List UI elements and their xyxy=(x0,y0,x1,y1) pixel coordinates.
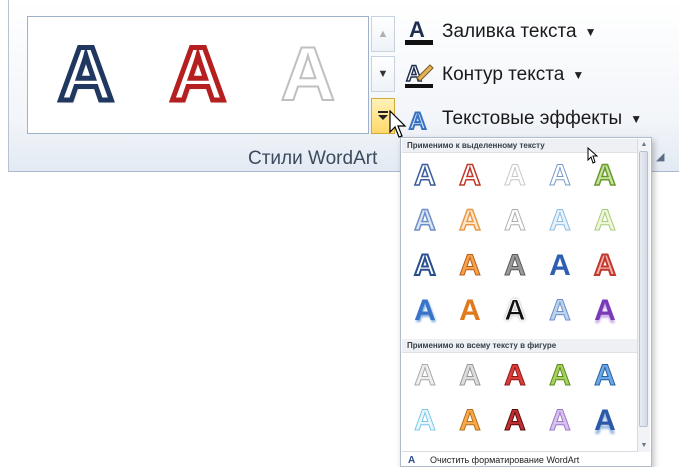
text-fill-button[interactable]: A Заливка текста ▼ xyxy=(402,17,596,47)
section-header-all: Применимо ко всему тексту в фигуре xyxy=(402,339,638,353)
clear-format-icon: A xyxy=(408,455,416,466)
text-outline-label: Контур текста xyxy=(442,64,565,85)
gallery-scroll-up-button[interactable]: ▲ xyxy=(371,16,395,52)
wordart-style-item[interactable]: A xyxy=(497,293,533,329)
gallery-scroll-down-button[interactable]: ▼ xyxy=(371,56,395,92)
wordart-style-item[interactable]: A xyxy=(407,293,443,329)
text-fill-icon: A xyxy=(402,17,436,47)
wordart-style-item[interactable]: A xyxy=(497,203,533,239)
wordart-style-item[interactable]: A xyxy=(452,158,488,194)
chevron-down-icon: ▼ xyxy=(630,112,643,126)
wordart-style-item[interactable]: A xyxy=(587,203,623,239)
wordart-style-item[interactable]: A xyxy=(542,158,578,194)
wordart-style-item[interactable]: A xyxy=(407,248,443,284)
scroll-down-icon[interactable]: ▼ xyxy=(638,440,650,451)
gallery-scroll: ▲ ▼ xyxy=(371,16,397,134)
wordart-style-item[interactable]: A xyxy=(497,403,533,439)
gallery-item[interactable]: A xyxy=(46,34,126,115)
gallery-item[interactable]: A xyxy=(158,34,238,115)
wordart-style-item[interactable]: A xyxy=(542,248,578,284)
chevron-down-icon: ▼ xyxy=(572,68,585,82)
wordart-style-item[interactable]: A xyxy=(497,358,533,394)
more-icon xyxy=(378,111,388,120)
wordart-style-item[interactable]: A xyxy=(587,403,623,439)
clear-wordart-button[interactable]: A Очистить форматирование WordArt xyxy=(402,451,638,467)
wordart-style-item[interactable]: A xyxy=(407,203,443,239)
wordart-style-item[interactable]: A xyxy=(587,293,623,329)
gallery-item[interactable]: A xyxy=(268,35,348,115)
dialog-launcher-icon[interactable]: ◢ xyxy=(656,150,670,164)
svg-text:A: A xyxy=(409,108,426,134)
scroll-up-icon[interactable]: ▲ xyxy=(638,139,650,150)
wordart-style-item[interactable]: A xyxy=(407,358,443,394)
wordart-style-item[interactable]: A xyxy=(452,293,488,329)
section-header-selected: Применимо к выделенному тексту xyxy=(402,139,638,153)
dropdown-scrollbar[interactable]: ▲ ▼ xyxy=(637,139,650,452)
text-effects-icon: A xyxy=(402,104,436,134)
wordart-style-item[interactable]: A xyxy=(452,248,488,284)
text-fill-label: Заливка текста xyxy=(442,21,577,42)
text-outline-icon: A xyxy=(402,60,436,90)
wordart-style-item[interactable]: A xyxy=(587,158,623,194)
gallery-more-button[interactable] xyxy=(371,98,395,134)
chevron-down-icon: ▼ xyxy=(584,25,597,39)
wordart-style-item[interactable]: A xyxy=(497,248,533,284)
wordart-style-item[interactable]: A xyxy=(452,358,488,394)
scrollbar-thumb[interactable] xyxy=(639,151,648,427)
wordart-style-item[interactable]: A xyxy=(587,358,623,394)
wordart-style-item[interactable]: A xyxy=(542,358,578,394)
wordart-style-item[interactable]: A xyxy=(542,203,578,239)
wordart-style-item[interactable]: A xyxy=(587,248,623,284)
svg-text:A: A xyxy=(406,61,422,86)
clear-wordart-label: Очистить форматирование WordArt xyxy=(430,455,580,465)
wordart-style-item[interactable]: A xyxy=(407,158,443,194)
text-outline-button[interactable]: A Контур текста ▼ xyxy=(402,60,584,90)
wordart-style-item[interactable]: A xyxy=(542,403,578,439)
wordart-styles-dropdown: Применимо к выделенному тексту AAAAAAAAA… xyxy=(400,137,652,467)
text-effects-button[interactable]: A Текстовые эффекты ▼ xyxy=(402,104,642,134)
wordart-style-item[interactable]: A xyxy=(452,203,488,239)
wordart-style-item[interactable]: A xyxy=(542,293,578,329)
wordart-style-item[interactable]: A xyxy=(452,403,488,439)
group-label: Стили WordArt xyxy=(248,148,378,169)
wordart-style-item[interactable]: A xyxy=(407,403,443,439)
wordart-gallery[interactable]: A A A xyxy=(27,16,369,134)
wordart-style-item[interactable]: A xyxy=(497,158,533,194)
svg-text:A: A xyxy=(409,17,425,42)
text-effects-label: Текстовые эффекты xyxy=(442,108,623,129)
